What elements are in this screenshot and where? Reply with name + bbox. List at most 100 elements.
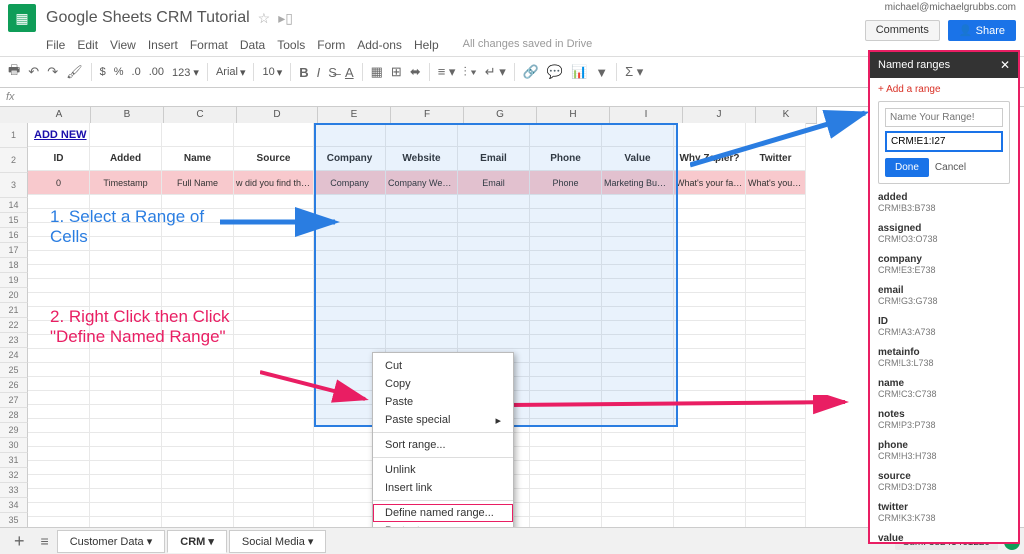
sheet-tab-customer-data[interactable]: Customer Data ▾ bbox=[57, 530, 166, 553]
cell[interactable] bbox=[530, 321, 602, 335]
cell[interactable] bbox=[674, 251, 746, 265]
cell[interactable]: What's your Twitt bbox=[746, 171, 806, 195]
cell[interactable] bbox=[234, 195, 314, 209]
menu-insert[interactable]: Insert bbox=[148, 38, 178, 52]
cell[interactable] bbox=[234, 503, 314, 517]
menu-add-ons[interactable]: Add-ons bbox=[357, 38, 402, 52]
cell[interactable] bbox=[530, 195, 602, 209]
cell[interactable] bbox=[90, 279, 162, 293]
share-button[interactable]: 👤 Share bbox=[948, 20, 1016, 41]
cell[interactable] bbox=[234, 475, 314, 489]
text-color-icon[interactable]: A bbox=[345, 65, 354, 80]
cell[interactable] bbox=[602, 377, 674, 391]
row-header[interactable]: 15 bbox=[0, 213, 28, 228]
cell[interactable] bbox=[458, 279, 530, 293]
cell[interactable] bbox=[602, 307, 674, 321]
range-name-input[interactable] bbox=[885, 108, 1003, 127]
cell[interactable] bbox=[162, 391, 234, 405]
menu-file[interactable]: File bbox=[46, 38, 65, 52]
cell[interactable] bbox=[530, 209, 602, 223]
cell[interactable] bbox=[602, 321, 674, 335]
named-range-item[interactable]: addedCRM!B3:B738 bbox=[878, 192, 1010, 213]
cell[interactable]: Company Website bbox=[386, 171, 458, 195]
cell[interactable] bbox=[386, 223, 458, 237]
menu-help[interactable]: Help bbox=[414, 38, 439, 52]
cell[interactable]: Company bbox=[314, 147, 386, 171]
cell[interactable] bbox=[674, 419, 746, 433]
named-range-item[interactable]: sourceCRM!D3:D738 bbox=[878, 471, 1010, 492]
cell[interactable] bbox=[458, 195, 530, 209]
cell[interactable] bbox=[162, 363, 234, 377]
cell[interactable] bbox=[162, 405, 234, 419]
cell[interactable] bbox=[602, 405, 674, 419]
cell[interactable] bbox=[674, 279, 746, 293]
cell[interactable] bbox=[314, 123, 386, 147]
comments-button[interactable]: Comments bbox=[865, 20, 940, 41]
cell[interactable] bbox=[602, 123, 674, 147]
undo-icon[interactable]: ↶ bbox=[28, 64, 39, 80]
row-header[interactable]: 2 bbox=[0, 148, 28, 173]
cell[interactable] bbox=[530, 447, 602, 461]
cell[interactable] bbox=[674, 461, 746, 475]
cell[interactable] bbox=[602, 461, 674, 475]
row-header[interactable]: 30 bbox=[0, 438, 28, 453]
cell[interactable] bbox=[674, 377, 746, 391]
cell[interactable] bbox=[162, 433, 234, 447]
borders-icon[interactable]: ⊞ bbox=[391, 64, 402, 80]
cell[interactable]: ADD NEW bbox=[28, 123, 90, 147]
named-range-item[interactable]: assignedCRM!O3:O738 bbox=[878, 223, 1010, 244]
menu-data[interactable]: Data bbox=[240, 38, 265, 52]
cell[interactable] bbox=[746, 321, 806, 335]
cell[interactable] bbox=[234, 123, 314, 147]
cell[interactable]: Phone bbox=[530, 171, 602, 195]
document-title[interactable]: Google Sheets CRM Tutorial bbox=[46, 9, 250, 27]
cell[interactable]: w did you find this surv bbox=[234, 171, 314, 195]
cell[interactable] bbox=[674, 209, 746, 223]
cell[interactable] bbox=[602, 503, 674, 517]
add-sheet-button[interactable]: + bbox=[6, 531, 33, 552]
cell[interactable] bbox=[162, 349, 234, 363]
paint-icon[interactable]: 🖌 bbox=[66, 64, 83, 80]
cell[interactable] bbox=[746, 475, 806, 489]
cell[interactable] bbox=[90, 405, 162, 419]
row-header[interactable]: 32 bbox=[0, 468, 28, 483]
cell[interactable] bbox=[746, 517, 806, 527]
cell[interactable] bbox=[746, 419, 806, 433]
cell[interactable] bbox=[314, 321, 386, 335]
cell[interactable] bbox=[162, 265, 234, 279]
cell[interactable] bbox=[234, 447, 314, 461]
cell[interactable] bbox=[602, 489, 674, 503]
menu-format[interactable]: Format bbox=[190, 38, 228, 52]
cell[interactable] bbox=[746, 307, 806, 321]
cell[interactable] bbox=[746, 209, 806, 223]
col-header-D[interactable]: D bbox=[237, 107, 318, 124]
cell[interactable] bbox=[530, 391, 602, 405]
cell[interactable] bbox=[314, 223, 386, 237]
menu-view[interactable]: View bbox=[110, 38, 136, 52]
row-header[interactable]: 28 bbox=[0, 408, 28, 423]
cell[interactable] bbox=[602, 447, 674, 461]
account-email[interactable]: michael@michaelgrubbs.com bbox=[885, 2, 1016, 13]
cell[interactable]: Why Zapier? bbox=[674, 147, 746, 171]
sheet-tab-social-media[interactable]: Social Media ▾ bbox=[229, 530, 327, 553]
cell[interactable]: 0 bbox=[28, 171, 90, 195]
cell[interactable] bbox=[746, 195, 806, 209]
cell[interactable] bbox=[746, 363, 806, 377]
increase-decimals[interactable]: .00 bbox=[149, 66, 164, 78]
row-header[interactable]: 24 bbox=[0, 348, 28, 363]
cell[interactable] bbox=[674, 475, 746, 489]
row-header[interactable]: 19 bbox=[0, 273, 28, 288]
cell[interactable] bbox=[746, 251, 806, 265]
cell[interactable] bbox=[746, 279, 806, 293]
sheet-tab-crm[interactable]: CRM ▾ bbox=[167, 530, 227, 553]
named-range-item[interactable]: phoneCRM!H3:H738 bbox=[878, 440, 1010, 461]
cell[interactable] bbox=[458, 307, 530, 321]
row-header[interactable]: 18 bbox=[0, 258, 28, 273]
cell[interactable] bbox=[746, 433, 806, 447]
folder-icon[interactable]: ▸▯ bbox=[278, 10, 293, 27]
cell[interactable] bbox=[314, 293, 386, 307]
menu-edit[interactable]: Edit bbox=[77, 38, 98, 52]
cell[interactable] bbox=[314, 335, 386, 349]
cell[interactable] bbox=[530, 251, 602, 265]
cell[interactable] bbox=[458, 209, 530, 223]
